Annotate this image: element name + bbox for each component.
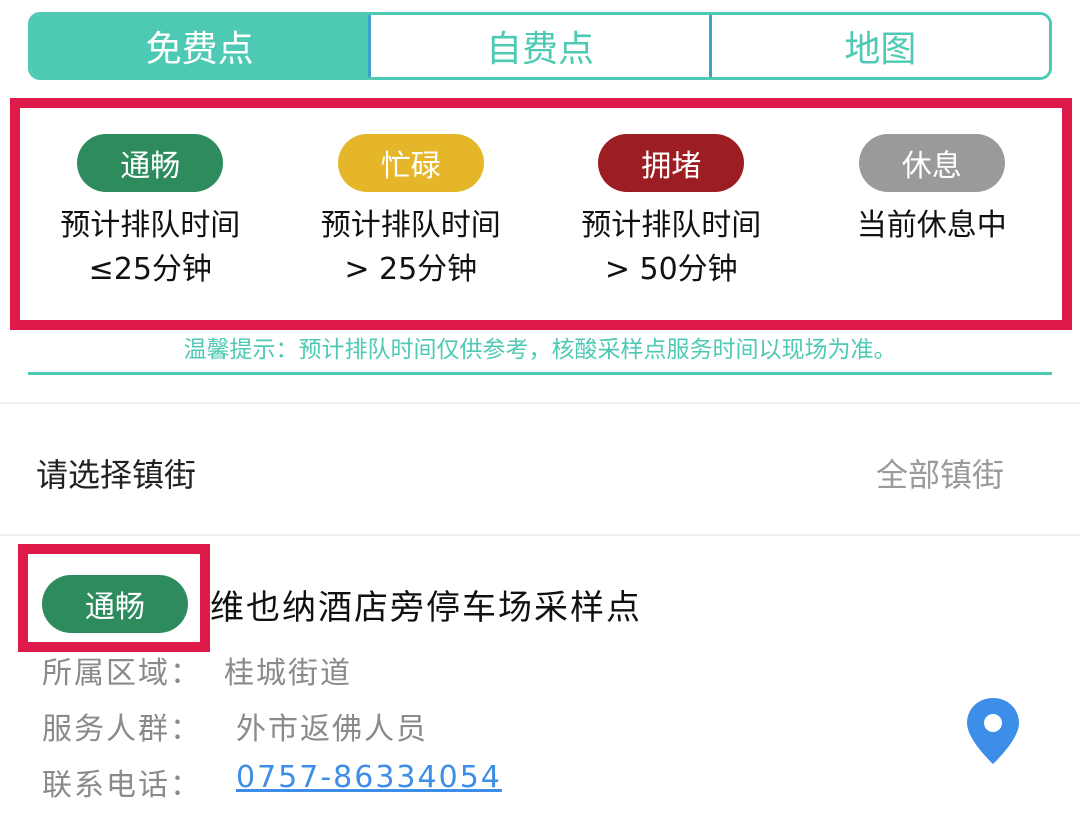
legend-desc-line1: 预计排队时间 — [320, 208, 501, 243]
status-badge-busy: 忙碌 — [337, 134, 484, 192]
legend-desc-line1: 当前休息中 — [856, 208, 1007, 243]
phone-link[interactable]: 0757-86334054 — [236, 760, 502, 804]
legend-desc-line2: > 50分钟 — [604, 252, 738, 287]
location-pin-icon[interactable] — [964, 696, 1022, 766]
tip-text: 温馨提示：预计排队时间仅供参考，核酸采样点服务时间以现场为准。 — [183, 337, 897, 363]
tip-divider — [28, 372, 1052, 375]
phone-label: 联系电话： — [42, 768, 202, 803]
section-divider — [0, 402, 1080, 404]
town-filter-row[interactable]: 请选择镇街 全部镇街 — [0, 438, 1080, 508]
group-label: 服务人群： — [42, 712, 202, 747]
area-label: 所属区域： — [42, 656, 202, 691]
site-name[interactable]: 维也纳酒店旁停车场采样点 — [210, 580, 642, 629]
site-group-row: 服务人群： 外市返佛人员 — [42, 704, 428, 748]
status-badge-resting: 休息 — [858, 134, 1005, 192]
town-filter-label: 请选择镇街 — [36, 456, 197, 494]
status-legend: 通畅 预计排队时间 ≤25分钟 忙碌 预计排队时间 > 25分钟 拥堵 预计排队… — [10, 98, 1072, 330]
town-filter-select[interactable]: 全部镇街 — [876, 450, 1004, 496]
legend-item-resting: 休息 当前休息中 — [802, 108, 1063, 320]
site-area-row: 所属区域： 桂城街道 — [42, 648, 352, 692]
area-value: 桂城街道 — [224, 656, 352, 691]
group-value: 外市返佛人员 — [236, 712, 428, 747]
section-divider — [0, 534, 1080, 536]
legend-desc-line1: 预计排队时间 — [60, 208, 241, 243]
tab-free-sites[interactable]: 免费点 — [31, 15, 369, 77]
legend-desc-line2: ≤25分钟 — [88, 252, 212, 287]
tab-bar: 免费点 自费点 地图 — [28, 12, 1052, 80]
tab-map[interactable]: 地图 — [708, 15, 1049, 77]
status-badge-smooth: 通畅 — [77, 134, 224, 192]
tab-paid-sites[interactable]: 自费点 — [368, 15, 709, 77]
legend-item-busy: 忙碌 预计排队时间 > 25分钟 — [281, 108, 542, 320]
legend-desc-line1: 预计排队时间 — [581, 208, 762, 243]
site-phone-row: 联系电话： 0757-86334054 — [42, 760, 502, 804]
legend-desc-line2: > 25分钟 — [344, 252, 478, 287]
legend-item-congested: 拥堵 预计排队时间 > 50分钟 — [541, 108, 802, 320]
legend-item-smooth: 通畅 预计排队时间 ≤25分钟 — [20, 108, 281, 320]
site-status-badge: 通畅 — [42, 575, 188, 633]
status-badge-congested: 拥堵 — [598, 134, 745, 192]
